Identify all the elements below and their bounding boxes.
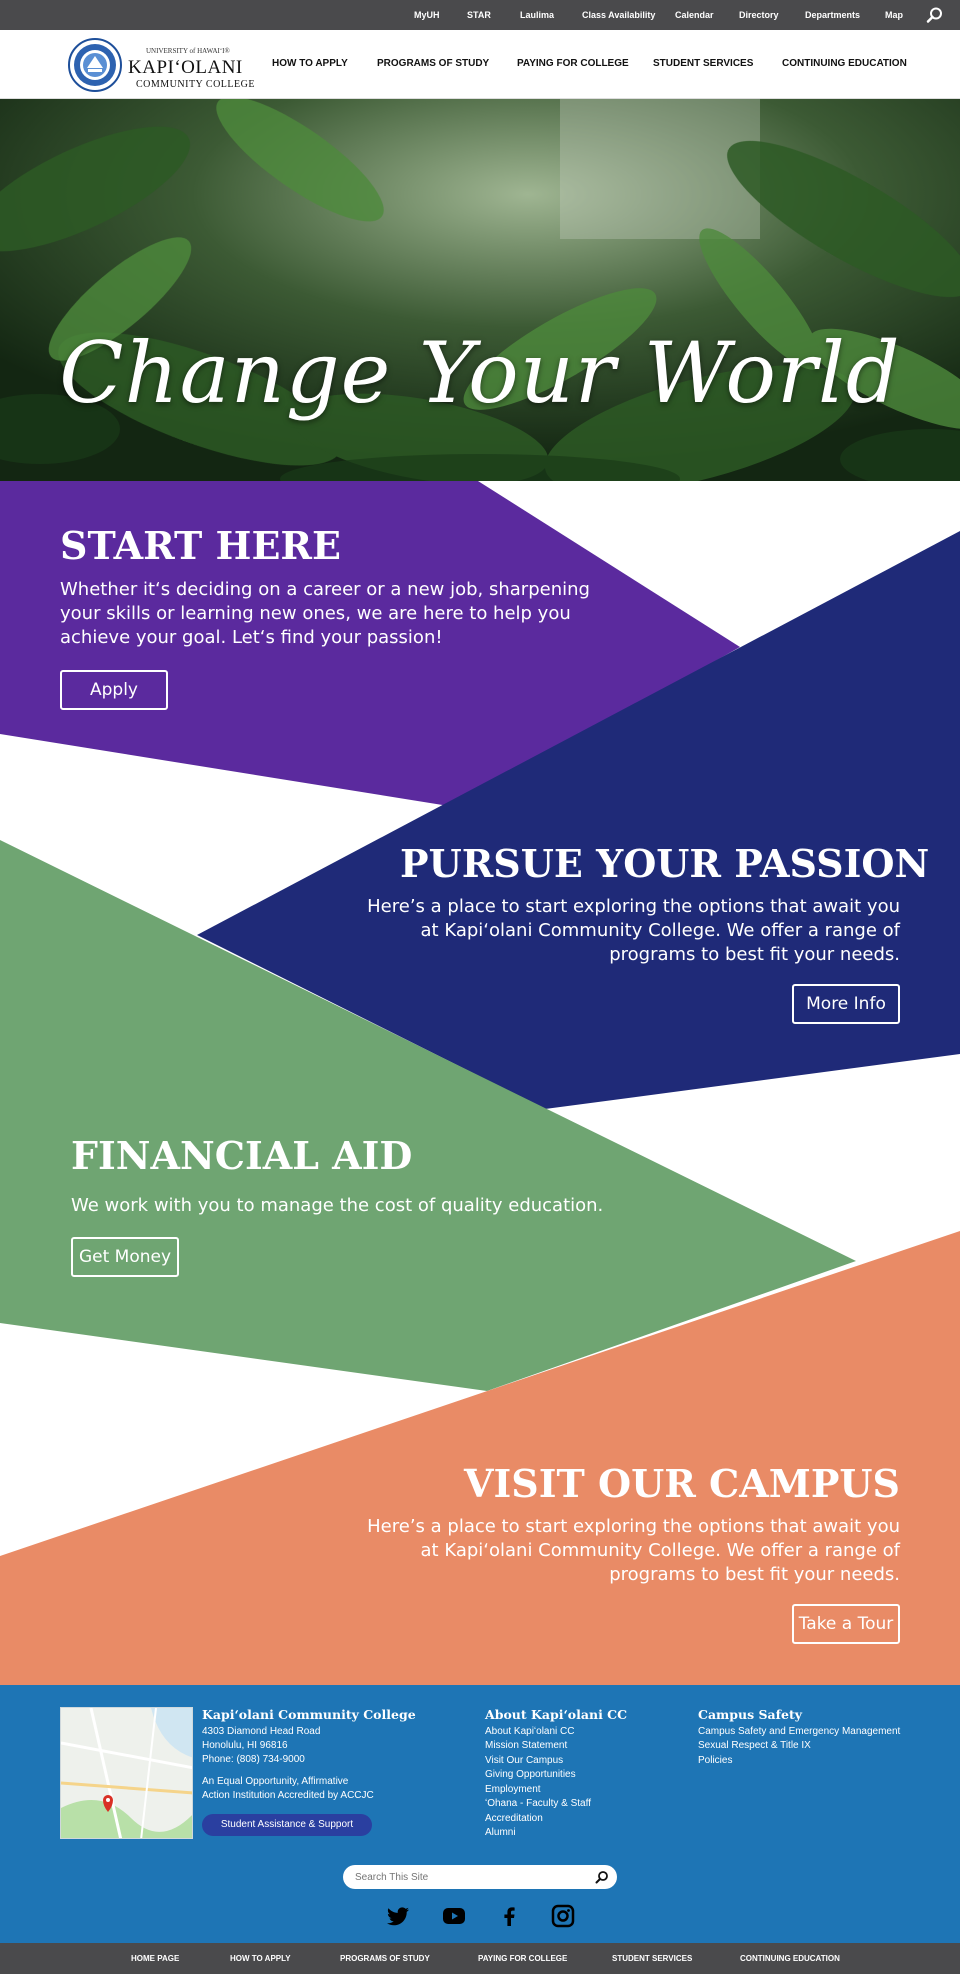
bottom-nav-how-to-apply[interactable]: HOW TO APPLY — [230, 1943, 291, 1974]
visit-campus-text: Here’s a place to start exploring the op… — [367, 1516, 900, 1585]
bottom-nav-home[interactable]: HOME PAGE — [131, 1943, 179, 1974]
utility-link-myuh[interactable]: MyUH — [414, 0, 440, 30]
logo-college-name: KAPIʻOLANI — [128, 57, 243, 78]
feature-sections: START HERE Whether it‘s deciding on a ca… — [0, 481, 960, 1685]
student-assistance-button[interactable]: Student Assistance & Support — [202, 1814, 372, 1836]
utility-link-directory[interactable]: Directory — [739, 0, 779, 30]
logo-subtitle: COMMUNITY COLLEGE — [136, 79, 255, 90]
footer-link-ohana[interactable]: ʻOhana - Faculty & Staff — [485, 1797, 591, 1812]
site-footer: Kapiʻolani Community College 4303 Diamon… — [0, 1685, 960, 1943]
footer-link-visit-campus[interactable]: Visit Our Campus — [485, 1754, 563, 1769]
utility-link-map[interactable]: Map — [885, 0, 903, 30]
apply-button[interactable]: Apply — [60, 670, 168, 710]
footer-search-input[interactable] — [355, 1868, 585, 1886]
map-image — [61, 1708, 192, 1838]
utility-bar: MyUH STAR Laulima Class Availability Cal… — [0, 0, 960, 30]
footer-search-icon[interactable] — [595, 1870, 609, 1884]
bottom-nav-programs[interactable]: PROGRAMS OF STUDY — [340, 1943, 430, 1974]
college-seal-icon — [68, 38, 122, 92]
footer-equal-opportunity-2: Action Institution Accredited by ACCJC — [202, 1790, 374, 1801]
footer-link-policies[interactable]: Policies — [698, 1754, 732, 1769]
pursue-passion-title: PURSUE YOUR PASSION — [400, 841, 930, 886]
financial-aid-text: We work with you to manage the cost of q… — [71, 1195, 604, 1216]
more-info-button[interactable]: More Info — [792, 984, 900, 1024]
facebook-icon[interactable] — [497, 1904, 521, 1928]
footer-search — [343, 1865, 617, 1889]
bottom-nav-student-services[interactable]: STUDENT SERVICES — [612, 1943, 692, 1974]
footer-about-title: About Kapiʻolani CC — [485, 1707, 628, 1722]
footer-phone: Phone: (808) 734-9000 — [202, 1754, 305, 1765]
utility-link-laulima[interactable]: Laulima — [520, 0, 554, 30]
footer-link-giving[interactable]: Giving Opportunities — [485, 1768, 576, 1783]
hero-jungle-image — [0, 99, 960, 481]
bottom-nav-paying[interactable]: PAYING FOR COLLEGE — [478, 1943, 567, 1974]
utility-link-calendar[interactable]: Calendar — [675, 0, 714, 30]
footer-link-alumni[interactable]: Alumni — [485, 1826, 516, 1841]
logo-university-text: UNIVERSITY of HAWAIʻI® — [146, 47, 230, 55]
site-header: UNIVERSITY of HAWAIʻI® KAPIʻOLANI COMMUN… — [0, 30, 960, 99]
nav-how-to-apply[interactable]: HOW TO APPLY — [272, 54, 348, 74]
get-money-button[interactable]: Get Money — [71, 1237, 179, 1277]
twitter-icon[interactable] — [386, 1904, 410, 1928]
start-here-title: START HERE — [60, 523, 341, 568]
youtube-icon[interactable] — [442, 1904, 466, 1928]
take-a-tour-button[interactable]: Take a Tour — [792, 1604, 900, 1644]
pursue-passion-text: Here’s a place to start exploring the op… — [367, 896, 900, 965]
footer-safety-title: Campus Safety — [698, 1707, 802, 1722]
hero-banner: Change Your World — [0, 99, 960, 481]
instagram-icon[interactable] — [551, 1904, 575, 1928]
nav-continuing-education[interactable]: CONTINUING EDUCATION — [782, 54, 907, 74]
visit-campus-title: VISIT OUR CAMPUS — [464, 1461, 900, 1506]
utility-link-star[interactable]: STAR — [467, 0, 491, 30]
hero-title: Change Your World — [59, 324, 901, 422]
nav-student-services[interactable]: STUDENT SERVICES — [653, 54, 753, 74]
page: MyUH STAR Laulima Class Availability Cal… — [0, 0, 960, 1974]
footer-link-employment[interactable]: Employment — [485, 1783, 541, 1798]
search-icon[interactable] — [926, 6, 944, 24]
footer-link-title-ix[interactable]: Sexual Respect & Title IX — [698, 1739, 811, 1754]
nav-programs-of-study[interactable]: PROGRAMS OF STUDY — [377, 54, 489, 74]
college-logo[interactable]: UNIVERSITY of HAWAIʻI® KAPIʻOLANI COMMUN… — [68, 37, 254, 93]
footer-link-mission[interactable]: Mission Statement — [485, 1739, 567, 1754]
bottom-nav-continuing-education[interactable]: CONTINUING EDUCATION — [740, 1943, 840, 1974]
footer-equal-opportunity-1: An Equal Opportunity, Affirmative — [202, 1776, 349, 1787]
start-here-text: Whether it‘s deciding on a career or a n… — [60, 579, 590, 648]
utility-link-departments[interactable]: Departments — [805, 0, 860, 30]
utility-link-class-availability[interactable]: Class Availability — [582, 0, 655, 30]
footer-link-about[interactable]: About Kapiʻolani CC — [485, 1725, 575, 1740]
footer-link-emergency[interactable]: Campus Safety and Emergency Management — [698, 1725, 900, 1740]
bottom-nav-bar: HOME PAGE HOW TO APPLY PROGRAMS OF STUDY… — [0, 1943, 960, 1974]
footer-address-line1: 4303 Diamond Head Road — [202, 1726, 321, 1737]
footer-link-accreditation[interactable]: Accreditation — [485, 1812, 543, 1827]
campus-map[interactable] — [60, 1707, 193, 1839]
financial-aid-title: FINANCIAL AID — [71, 1133, 413, 1178]
footer-college-title: Kapiʻolani Community College — [202, 1707, 416, 1722]
footer-address-line2: Honolulu, HI 96816 — [202, 1740, 288, 1751]
nav-paying-for-college[interactable]: PAYING FOR COLLEGE — [517, 54, 629, 74]
